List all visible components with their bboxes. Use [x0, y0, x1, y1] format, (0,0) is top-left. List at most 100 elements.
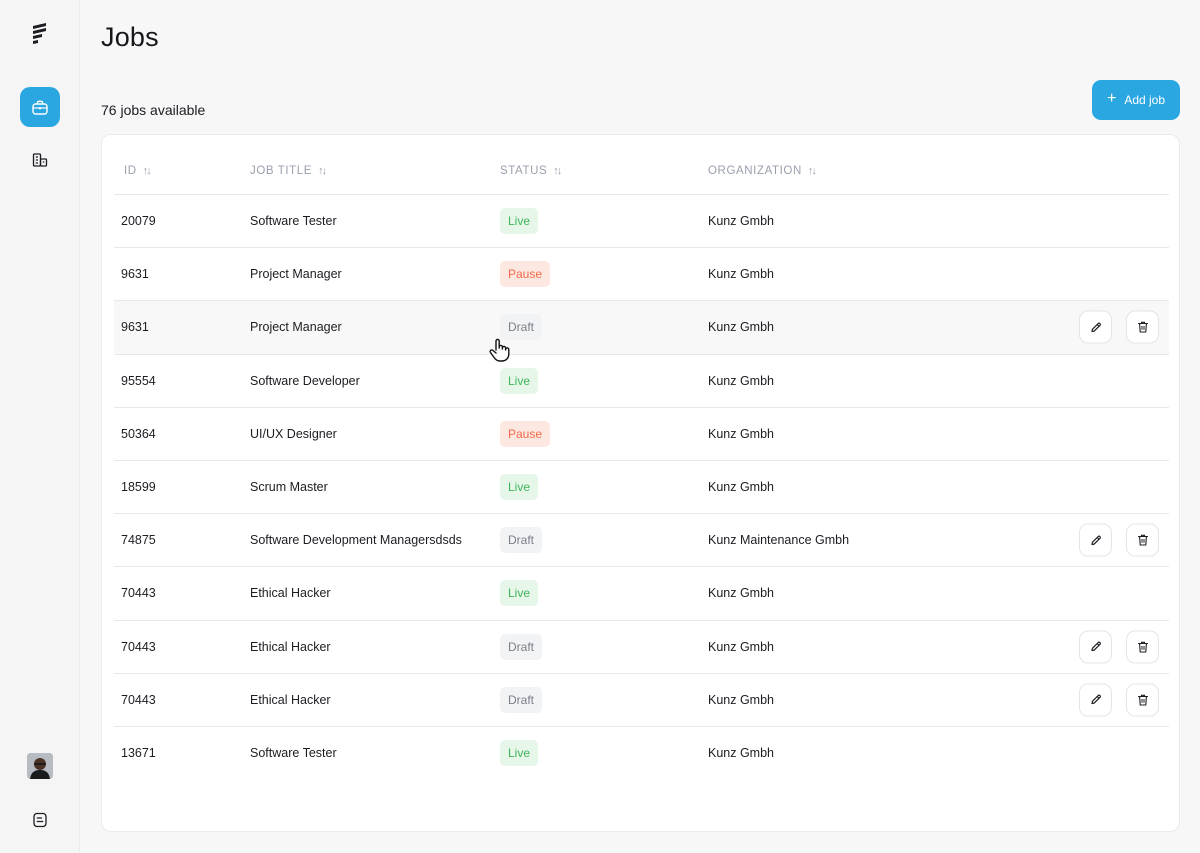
- organization: Kunz Gmbh: [708, 480, 775, 495]
- page-title: Jobs: [101, 22, 159, 52]
- logout-button[interactable]: [20, 800, 60, 840]
- sort-icon: ↑↓: [142, 165, 152, 177]
- table-row[interactable]: 70443 Ethical Hacker Draft Kunz Gmbh: [114, 674, 1169, 727]
- delete-button[interactable]: [1126, 310, 1159, 344]
- sort-icon: ↑↓: [318, 165, 327, 177]
- logout-icon: [33, 812, 47, 828]
- jobs-table: ID ↑↓ JOB TITLE ↑↓ STATUS ↑↓ ORGANIZATIO…: [101, 134, 1180, 832]
- organization: Kunz Gmbh: [708, 373, 775, 388]
- row-actions: [1079, 310, 1159, 344]
- logo-icon[interactable]: [30, 22, 50, 46]
- job-title: Scrum Master: [250, 480, 328, 495]
- organization: Kunz Gmbh: [708, 692, 775, 707]
- briefcase-icon: [32, 100, 48, 115]
- table-row[interactable]: 95554 Software Developer Live Kunz Gmbh: [114, 355, 1169, 408]
- organization: Kunz Gmbh: [708, 639, 775, 654]
- job-title: Ethical Hacker: [250, 586, 331, 601]
- job-id: 9631: [121, 267, 149, 282]
- status-cell: Live: [500, 740, 539, 767]
- jobs-count: 76 jobs available: [101, 102, 206, 118]
- trash-icon: [1137, 694, 1148, 706]
- organization: Kunz Gmbh: [708, 320, 775, 335]
- plus-icon: +: [1106, 90, 1117, 107]
- organization: Kunz Gmbh: [708, 267, 775, 282]
- status-badge: Live: [500, 740, 539, 767]
- column-header-organization[interactable]: ORGANIZATION ↑↓: [708, 165, 817, 177]
- status-badge: Live: [500, 208, 539, 235]
- job-title: Software Tester: [250, 214, 337, 229]
- building-icon: [32, 153, 48, 167]
- row-actions: [1079, 683, 1159, 717]
- status-cell: Live: [500, 208, 539, 235]
- avatar[interactable]: [27, 753, 53, 779]
- table-row[interactable]: 70443 Ethical Hacker Draft Kunz Gmbh: [114, 621, 1169, 674]
- table-row[interactable]: 20079 Software Tester Live Kunz Gmbh: [114, 195, 1169, 249]
- status-cell: Live: [500, 474, 539, 501]
- delete-button[interactable]: [1126, 630, 1159, 664]
- table-row[interactable]: 74875 Software Development Managersdsds …: [114, 514, 1169, 568]
- pencil-icon: [1090, 641, 1101, 652]
- status-cell: Live: [500, 367, 539, 394]
- job-id: 18599: [121, 480, 156, 495]
- nav-organizations-button[interactable]: [20, 140, 60, 180]
- organization: Kunz Gmbh: [708, 214, 775, 229]
- status-cell: Live: [500, 580, 539, 607]
- edit-button[interactable]: [1079, 310, 1112, 344]
- add-job-button[interactable]: + Add job: [1092, 80, 1180, 120]
- job-title: Software Developer: [250, 373, 360, 388]
- table-header: ID ↑↓ JOB TITLE ↑↓ STATUS ↑↓ ORGANIZATIO…: [114, 135, 1169, 195]
- sort-icon: ↑↓: [807, 165, 817, 177]
- delete-button[interactable]: [1126, 683, 1159, 717]
- status-cell: Draft: [500, 633, 543, 660]
- trash-icon: [1137, 322, 1148, 334]
- delete-button[interactable]: [1126, 523, 1159, 557]
- job-id: 20079: [121, 214, 156, 229]
- organization: Kunz Gmbh: [708, 586, 775, 601]
- organization: Kunz Gmbh: [708, 746, 775, 761]
- table-row[interactable]: 9631 Project Manager Draft Kunz Gmbh: [114, 301, 1169, 355]
- sidebar: [0, 0, 80, 853]
- main-content: Jobs 76 jobs available + Add job ID ↑↓ J…: [80, 0, 1200, 853]
- row-actions: [1079, 630, 1159, 664]
- job-id: 70443: [121, 692, 156, 707]
- job-title: Software Development Managersdsds: [250, 533, 462, 548]
- organization: Kunz Gmbh: [708, 426, 775, 441]
- status-cell: Draft: [500, 686, 543, 713]
- table-row[interactable]: 13671 Software Tester Live Kunz Gmbh: [114, 727, 1169, 780]
- organization: Kunz Maintenance Gmbh: [708, 533, 850, 548]
- pencil-icon: [1090, 694, 1101, 705]
- status-cell: Draft: [500, 527, 543, 554]
- job-id: 70443: [121, 586, 156, 601]
- status-cell: Pause: [500, 420, 551, 447]
- add-job-label: Add job: [1124, 93, 1166, 107]
- edit-button[interactable]: [1079, 523, 1112, 557]
- status-badge: Live: [500, 367, 539, 394]
- trash-icon: [1137, 641, 1148, 653]
- column-header-id[interactable]: ID ↑↓: [124, 165, 152, 177]
- status-badge: Live: [500, 474, 539, 501]
- trash-icon: [1137, 534, 1148, 546]
- column-header-status[interactable]: STATUS ↑↓: [500, 165, 562, 177]
- pencil-icon: [1090, 322, 1101, 333]
- job-id: 13671: [121, 746, 156, 761]
- table-row[interactable]: 50364 UI/UX Designer Pause Kunz Gmbh: [114, 408, 1169, 461]
- job-title: Project Manager: [250, 320, 342, 335]
- job-title: UI/UX Designer: [250, 426, 337, 441]
- table-row[interactable]: 9631 Project Manager Pause Kunz Gmbh: [114, 248, 1169, 302]
- status-cell: Pause: [500, 261, 551, 288]
- status-badge: Draft: [500, 633, 543, 660]
- job-id: 50364: [121, 426, 156, 441]
- status-badge: Draft: [500, 527, 543, 554]
- job-title: Project Manager: [250, 267, 342, 282]
- nav-jobs-button[interactable]: [20, 87, 60, 127]
- table-row[interactable]: 70443 Ethical Hacker Live Kunz Gmbh: [114, 567, 1169, 621]
- table-body: 20079 Software Tester Live Kunz Gmbh 963…: [114, 195, 1169, 780]
- job-id: 95554: [121, 373, 156, 388]
- table-row[interactable]: 18599 Scrum Master Live Kunz Gmbh: [114, 461, 1169, 515]
- edit-button[interactable]: [1079, 630, 1112, 664]
- column-header-job-title[interactable]: JOB TITLE ↑↓: [250, 165, 327, 177]
- status-badge: Pause: [500, 261, 551, 288]
- status-badge: Draft: [500, 686, 543, 713]
- sort-icon: ↑↓: [553, 165, 562, 177]
- edit-button[interactable]: [1079, 683, 1112, 717]
